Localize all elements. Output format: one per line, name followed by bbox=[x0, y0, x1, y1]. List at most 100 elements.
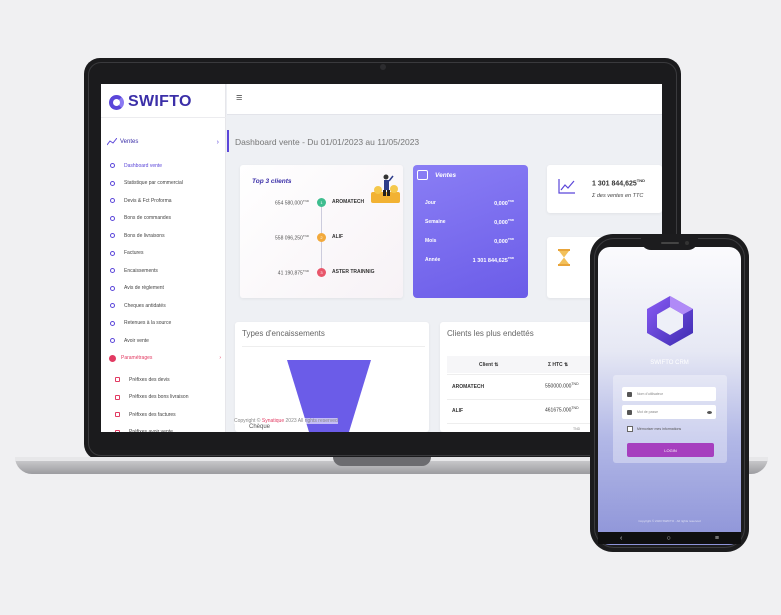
crm-title: SWIFTO CRM bbox=[650, 360, 689, 366]
chevron-right-icon: › bbox=[219, 355, 221, 361]
username-placeholder: Nom d'utilisateur bbox=[637, 392, 663, 396]
logo-icon bbox=[109, 94, 124, 110]
circle-icon bbox=[110, 198, 115, 203]
client-name: ALIF bbox=[332, 234, 344, 240]
ventes-card bbox=[413, 165, 528, 298]
recents-icon[interactable]: ≡ bbox=[715, 535, 719, 542]
sidebar-item-label: Dashboard vente bbox=[124, 162, 163, 169]
rank-badge: 1 bbox=[317, 198, 326, 207]
crm-logo-icon bbox=[647, 296, 693, 346]
phone-notch bbox=[641, 238, 698, 250]
ventes-title: Ventes bbox=[435, 172, 457, 179]
sidebar-item[interactable]: Encaissements bbox=[110, 266, 225, 275]
sidebar-item-label: Encaissements bbox=[124, 267, 158, 274]
active-indicator bbox=[227, 130, 229, 152]
sidebar-item[interactable]: Cheques antidatés bbox=[110, 301, 225, 310]
sidebar-item-label: Cheques antidatés bbox=[124, 302, 166, 309]
sidebar-item[interactable]: Retenues à la source bbox=[110, 319, 225, 328]
sidebar-item[interactable]: Préfixes des bons livraison bbox=[110, 393, 225, 402]
eye-icon[interactable] bbox=[707, 410, 712, 414]
calendar-icon bbox=[417, 170, 428, 180]
laptop-screen: SWIFTO Ventes › Dashboard vente Statistiq… bbox=[101, 84, 662, 432]
sidebar-item-label: Avoir vente bbox=[124, 337, 149, 344]
circle-icon bbox=[110, 338, 115, 343]
logo-text: SWIFTO bbox=[128, 93, 192, 110]
remember-checkbox[interactable] bbox=[627, 426, 633, 432]
page-title: Dashboard vente - Du 01/01/2023 au 11/05… bbox=[235, 137, 420, 147]
login-button[interactable]: LOGIN bbox=[627, 443, 714, 457]
back-icon[interactable]: ‹ bbox=[620, 535, 622, 542]
sidebar-item[interactable]: Statistique par commercial bbox=[110, 179, 225, 188]
password-placeholder: Mot de passe bbox=[637, 410, 659, 414]
cell-client: AROMATECH bbox=[452, 384, 485, 390]
sidebar-section-parametrages[interactable]: Paramétrages › bbox=[109, 353, 221, 363]
username-field[interactable]: Nom d'utilisateur bbox=[622, 387, 716, 401]
circle-icon bbox=[110, 215, 115, 221]
total-sales-value: 1 301 844,625TND bbox=[592, 178, 645, 188]
sidebar-item[interactable]: Devis & Fct Proforma bbox=[110, 196, 225, 205]
laptop-hinge-notch bbox=[333, 457, 431, 466]
sidebar-item[interactable]: Bons de livraisons bbox=[110, 231, 225, 240]
column-header-amount[interactable]: Σ HTC ⇅ bbox=[548, 362, 568, 368]
circle-icon bbox=[110, 320, 115, 326]
remember-label: Mémoriser mes informations bbox=[637, 427, 682, 431]
sidebar-item[interactable]: Dashboard vente bbox=[110, 161, 225, 170]
client-value: 654 580,000TND bbox=[275, 199, 309, 207]
sidebar-item[interactable]: Préfixes des factures bbox=[110, 410, 225, 419]
period-value: 0,000TND bbox=[494, 218, 514, 226]
sidebar: SWIFTO Ventes › Dashboard vente Statistiq… bbox=[101, 84, 226, 432]
user-icon bbox=[627, 391, 632, 397]
cell-unit: TND bbox=[573, 427, 581, 431]
divider bbox=[242, 346, 425, 347]
square-icon bbox=[115, 394, 120, 400]
client-value: 41 190,875TND bbox=[277, 269, 309, 277]
chevron-right-icon: › bbox=[216, 138, 219, 146]
top-bar bbox=[227, 84, 662, 115]
sidebar-item[interactable]: Factures bbox=[110, 249, 225, 258]
top-clients-title: Top 3 clients bbox=[252, 178, 292, 185]
client-name: AROMATECH bbox=[332, 199, 365, 205]
circle-icon bbox=[110, 250, 115, 256]
lock-icon bbox=[627, 409, 632, 415]
cell-amount: 461675.000TND bbox=[545, 406, 579, 414]
legend-cheque: Chèque bbox=[249, 424, 271, 430]
sidebar-item-label: Avis de règlement bbox=[124, 285, 164, 291]
sidebar-item[interactable]: Préfixes avoir vente bbox=[110, 428, 225, 432]
period-value: 0,000TND bbox=[494, 237, 514, 245]
menu-toggle-icon[interactable]: ≡ bbox=[236, 93, 246, 104]
sidebar-item-label: Bons de livraisons bbox=[124, 232, 165, 239]
sidebar-item[interactable]: Préfixes des devis bbox=[110, 375, 225, 384]
home-icon[interactable]: ○ bbox=[667, 535, 671, 542]
phone-camera bbox=[685, 241, 689, 245]
client-name: ASTER TRAINNIG bbox=[332, 269, 375, 275]
sidebar-item[interactable]: Avis de règlement bbox=[110, 284, 225, 293]
sidebar-item[interactable]: Avoir vente bbox=[110, 336, 225, 345]
phone-footer: Copyright © 2023 SWIFTO · All rights res… bbox=[638, 519, 701, 523]
total-sales-label: Σ des ventes en TTC bbox=[592, 193, 644, 199]
column-header-client[interactable]: Client ⇅ bbox=[479, 362, 498, 368]
app-logo[interactable]: SWIFTO bbox=[109, 90, 224, 114]
phone-speaker bbox=[661, 242, 679, 244]
square-icon bbox=[115, 412, 120, 417]
password-field[interactable]: Mot de passe bbox=[622, 405, 716, 419]
period-label: Année bbox=[425, 257, 441, 263]
sidebar-section-ventes[interactable]: Ventes › bbox=[107, 135, 219, 149]
laptop-camera bbox=[380, 64, 386, 70]
trophy-icon bbox=[371, 174, 400, 203]
sidebar-item[interactable]: Bons de commandes bbox=[110, 214, 225, 223]
phone-navbar: ‹ ○ ≡ bbox=[598, 532, 741, 544]
cell-client: ALIF bbox=[452, 408, 464, 414]
hourglass-icon bbox=[558, 249, 570, 266]
sidebar-item-label: Préfixes des bons livraison bbox=[129, 394, 189, 400]
square-icon bbox=[115, 429, 120, 432]
period-label: Mois bbox=[425, 238, 437, 244]
sidebar-section-label: Ventes bbox=[120, 139, 139, 145]
square-icon bbox=[115, 377, 120, 382]
period-label: Jour bbox=[425, 200, 436, 206]
circle-icon bbox=[110, 180, 115, 186]
circle-icon bbox=[110, 285, 115, 291]
rank-badge: 2 bbox=[317, 233, 326, 242]
circle-icon bbox=[110, 163, 115, 168]
sidebar-item-label: Préfixes avoir vente bbox=[129, 429, 173, 432]
sidebar-item-label: Préfixes des devis bbox=[129, 376, 170, 383]
